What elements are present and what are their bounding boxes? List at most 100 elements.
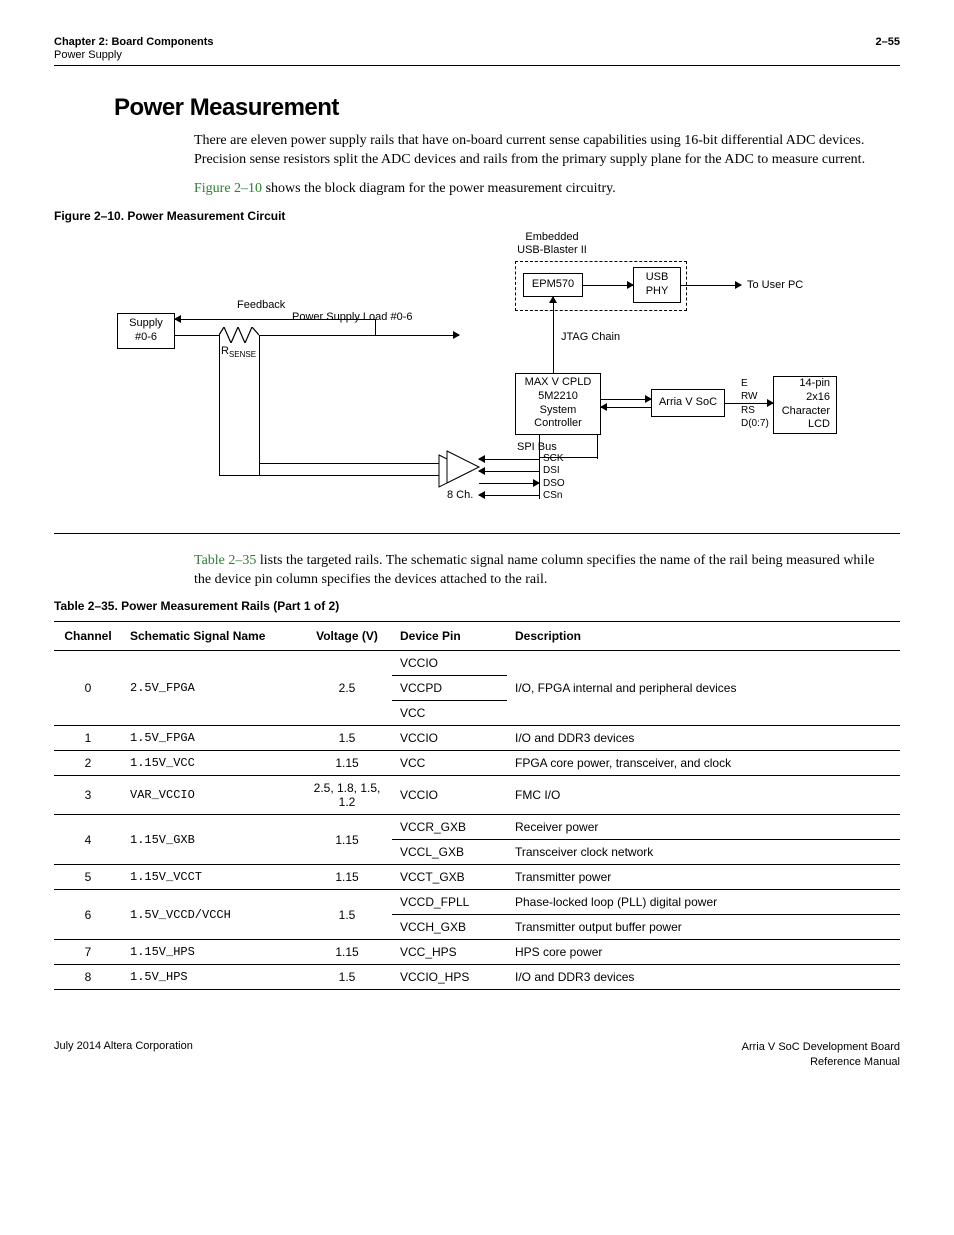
cell-signal: 1.5V_FPGA <box>122 726 302 751</box>
cell-signal: VAR_VCCIO <box>122 776 302 815</box>
cell-desc: Transceiver clock network <box>507 840 900 865</box>
arria-lcd <box>725 403 773 404</box>
arria-box: Arria V SoC <box>651 389 725 417</box>
cell-voltage: 1.5 <box>302 726 392 751</box>
embedded-outline <box>515 261 687 311</box>
cell-pin: VCCIO <box>392 726 507 751</box>
cell-channel: 5 <box>54 865 122 890</box>
figure-xref[interactable]: Figure 2–10 <box>194 181 262 196</box>
spi-sck <box>479 459 539 460</box>
intro-paragraph: There are eleven power supply rails that… <box>194 132 890 170</box>
spi-dso <box>479 483 539 484</box>
table-caption: Table 2–35. Power Measurement Rails (Par… <box>54 599 900 613</box>
to-pc-label: To User PC <box>747 279 803 292</box>
cell-signal: 1.15V_VCCT <box>122 865 302 890</box>
adc-ch-label: 8 Ch. <box>447 489 473 502</box>
table-xref[interactable]: Table 2–35 <box>194 553 256 568</box>
cell-desc: I/O and DDR3 devices <box>507 965 900 990</box>
cell-voltage: 2.5 <box>302 651 392 726</box>
table-header-row: Channel Schematic Signal Name Voltage (V… <box>54 622 900 651</box>
sense-bottom-left <box>219 475 444 476</box>
cell-signal: 1.15V_HPS <box>122 940 302 965</box>
embedded-label: Embedded USB-Blaster II <box>507 231 597 257</box>
cell-pin: VCC <box>392 751 507 776</box>
supply-out-line <box>175 335 219 336</box>
resistor-icon <box>219 327 259 343</box>
cell-voltage: 2.5, 1.8, 1.5, 1.2 <box>302 776 392 815</box>
feedback-label: Feedback <box>237 299 285 312</box>
spi-csn <box>479 495 539 496</box>
cell-pin: VCCR_GXB <box>392 815 507 840</box>
sense-tap-right <box>259 335 260 475</box>
cell-desc: Phase-locked loop (PLL) digital power <box>507 890 900 915</box>
rsense-label: RSENSE <box>221 345 256 360</box>
cell-channel: 1 <box>54 726 122 751</box>
footer-right1: Arria V SoC Development Board <box>742 1040 900 1054</box>
cell-voltage: 1.5 <box>302 965 392 990</box>
figure-caption: Figure 2–10. Power Measurement Circuit <box>54 209 900 223</box>
jtag-label: JTAG Chain <box>561 331 620 344</box>
cell-desc: I/O, FPGA internal and peripheral device… <box>507 651 900 726</box>
table-row: 11.5V_FPGA1.5VCCIOI/O and DDR3 devices <box>54 726 900 751</box>
th-desc: Description <box>507 622 900 651</box>
lcd-box: 14-pin 2x16 Character LCD <box>773 376 837 434</box>
cell-channel: 6 <box>54 890 122 940</box>
cell-signal: 1.5V_HPS <box>122 965 302 990</box>
cell-signal: 2.5V_FPGA <box>122 651 302 726</box>
table-row: 51.15V_VCCT1.15VCCT_GXBTransmitter power <box>54 865 900 890</box>
spi-dsi <box>479 471 539 472</box>
page-footer: July 2014 Altera Corporation Arria V SoC… <box>54 1040 900 1069</box>
page-header: Chapter 2: Board Components Power Supply… <box>54 36 900 61</box>
table-row: 81.5V_HPS1.5VCCIO_HPSI/O and DDR3 device… <box>54 965 900 990</box>
feedback-tap <box>375 319 376 335</box>
load-line <box>259 335 459 336</box>
table-row: 61.5V_VCCD/VCCH1.5VCCD_FPLLPhase-locked … <box>54 890 900 915</box>
cell-desc: Receiver power <box>507 815 900 840</box>
cell-signal: 1.15V_VCC <box>122 751 302 776</box>
sense-tap-left <box>219 335 220 475</box>
adc-pins: SCK DSI DSO CSn <box>543 453 565 503</box>
footer-right2: Reference Manual <box>742 1055 900 1069</box>
cell-desc: I/O and DDR3 devices <box>507 726 900 751</box>
table-row: 41.15V_GXB1.15VCCR_GXBReceiver power <box>54 815 900 840</box>
spi-vert <box>539 435 540 499</box>
cell-desc: FMC I/O <box>507 776 900 815</box>
cell-voltage: 1.15 <box>302 940 392 965</box>
cell-pin: VCCIO_HPS <box>392 965 507 990</box>
footer-left: July 2014 Altera Corporation <box>54 1040 193 1069</box>
header-rule <box>54 65 900 66</box>
cell-pin: VCC_HPS <box>392 940 507 965</box>
chapter-label: Chapter 2: Board Components <box>54 36 214 48</box>
maxv-arria-r <box>601 399 651 400</box>
maxv-arria-l <box>601 407 651 408</box>
chapter-sub: Power Supply <box>54 49 214 61</box>
th-pin: Device Pin <box>392 622 507 651</box>
cell-pin: VCCIO <box>392 651 507 676</box>
cell-channel: 0 <box>54 651 122 726</box>
cell-desc: HPS core power <box>507 940 900 965</box>
cell-signal: 1.5V_VCCD/VCCH <box>122 890 302 940</box>
supply-box: Supply #0-6 <box>117 313 175 349</box>
cell-pin: VCCT_GXB <box>392 865 507 890</box>
cell-pin: VCCD_FPLL <box>392 890 507 915</box>
figure-ref-paragraph: Figure 2–10 shows the block diagram for … <box>194 180 890 199</box>
table-row: 3VAR_VCCIO2.5, 1.8, 1.5, 1.2VCCIOFMC I/O <box>54 776 900 815</box>
cell-pin: VCCH_GXB <box>392 915 507 940</box>
th-voltage: Voltage (V) <box>302 622 392 651</box>
cell-voltage: 1.15 <box>302 815 392 865</box>
cell-pin: VCC <box>392 701 507 726</box>
cell-voltage: 1.5 <box>302 890 392 940</box>
psload-label: Power Supply Load #0-6 <box>292 311 412 324</box>
table-row: 71.15V_HPS1.15VCC_HPSHPS core power <box>54 940 900 965</box>
cell-desc: Transmitter power <box>507 865 900 890</box>
power-rails-table: Channel Schematic Signal Name Voltage (V… <box>54 621 900 990</box>
spi-vert2 <box>597 435 598 459</box>
th-channel: Channel <box>54 622 122 651</box>
cell-pin: VCCIO <box>392 776 507 815</box>
table-row: 21.15V_VCC1.15VCCFPGA core power, transc… <box>54 751 900 776</box>
table-ref-paragraph: Table 2–35 lists the targeted rails. The… <box>194 552 890 590</box>
lcd-pins: E RW RS D(0:7) <box>741 377 769 431</box>
cell-channel: 8 <box>54 965 122 990</box>
cell-desc: FPGA core power, transceiver, and clock <box>507 751 900 776</box>
arrow-usb-pc <box>681 285 741 286</box>
